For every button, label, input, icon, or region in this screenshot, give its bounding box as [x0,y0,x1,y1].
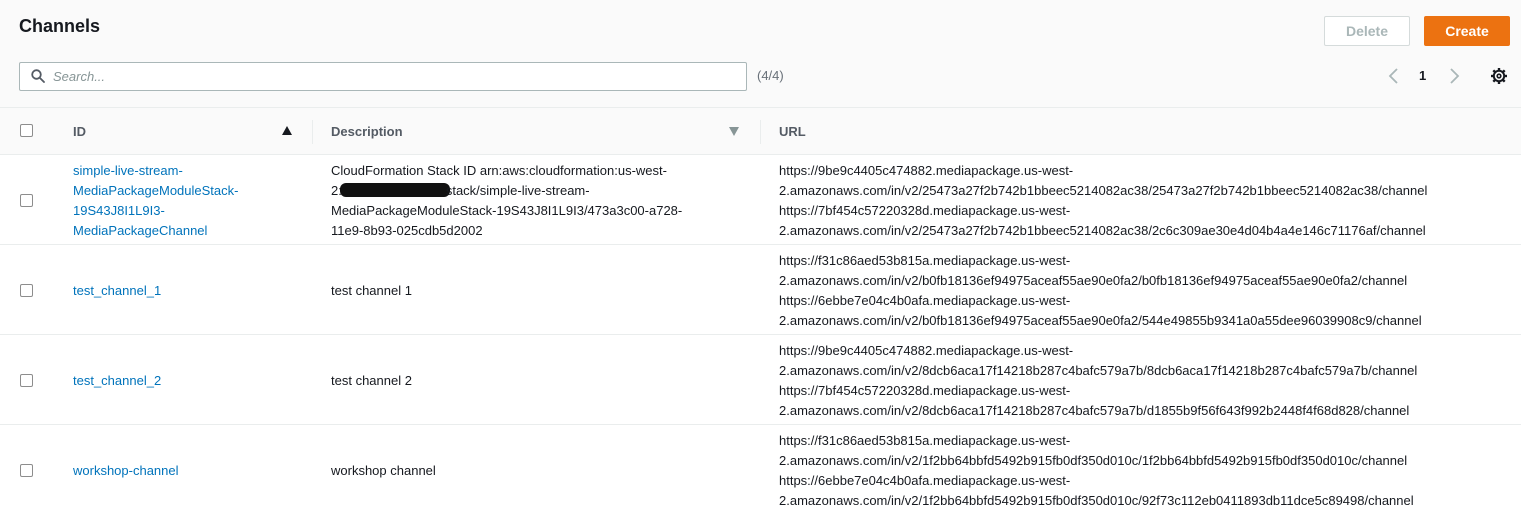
url-line: 2.amazonaws.com/in/v2/1f2bb64bbfd5492b91… [779,453,1408,468]
create-button[interactable]: Create [1424,16,1510,46]
description-line: 2: stack/simple-live-stream- [331,181,751,201]
channel-urls: https://f31c86aed53b815a.mediapackage.us… [779,251,1519,331]
channel-id-line[interactable]: simple-live-stream- [73,161,293,181]
table-row[interactable]: workshop-channel workshop channel https:… [0,425,1521,515]
gear-icon[interactable] [1490,67,1508,85]
current-page-number[interactable]: 1 [1419,68,1426,83]
url-line: 2.amazonaws.com/in/v2/25473a27f2b742b1bb… [779,183,1428,198]
channel-id-link[interactable]: test_channel_1 [73,281,293,301]
url-line: https://7bf454c57220328d.mediapackage.us… [779,383,1071,398]
url-line: https://6ebbe7e04c4b0afa.mediapackage.us… [779,293,1071,308]
description-line: 11e9-8b93-025cdb5d2002 [331,223,483,238]
page-title: Channels [19,16,101,36]
column-header-description[interactable]: Description [331,124,403,139]
channel-urls: https://9be9c4405c474882.mediapackage.us… [779,161,1519,241]
sort-descending-icon[interactable] [729,127,739,136]
delete-button[interactable]: Delete [1324,16,1410,46]
url-line: 2.amazonaws.com/in/v2/8dcb6aca17f14218b2… [779,403,1410,418]
channel-description: CloudFormation Stack ID arn:aws:cloudfor… [331,161,751,241]
url-line: 2.amazonaws.com/in/v2/1f2bb64bbfd5492b91… [779,493,1414,508]
table-header-bar: Channels Delete Create (4/4) 1 [0,0,1521,107]
description-line: CloudFormation Stack ID arn:aws:cloudfor… [331,163,667,178]
search-box[interactable] [19,62,747,91]
row-checkbox[interactable] [20,374,33,387]
column-divider [760,120,761,144]
chevron-right-icon[interactable] [1447,66,1461,86]
url-line: 2.amazonaws.com/in/v2/b0fb18136ef94975ac… [779,313,1422,328]
channel-description: workshop channel [331,463,436,478]
channel-id-link[interactable]: simple-live-stream- MediaPackageModuleSt… [73,161,293,241]
url-line: 2.amazonaws.com/in/v2/25473a27f2b742b1bb… [779,223,1426,238]
description-line: MediaPackageModuleStack-19S43J8I1L9I3/47… [331,203,683,218]
channel-urls: https://9be9c4405c474882.mediapackage.us… [779,341,1519,421]
select-all-checkbox[interactable] [20,124,33,137]
url-line: https://9be9c4405c474882.mediapackage.us… [779,163,1074,178]
description-text: stack/simple-live-stream- [445,183,590,198]
table-row[interactable]: test_channel_2 test channel 2 https://9b… [0,335,1521,425]
row-checkbox[interactable] [20,194,33,207]
channel-description: test channel 2 [331,373,412,388]
channel-id-link[interactable]: test_channel_2 [73,371,293,391]
row-checkbox[interactable] [20,464,33,477]
table-row[interactable]: simple-live-stream- MediaPackageModuleSt… [0,155,1521,245]
channel-id-line[interactable]: MediaPackageChannel [73,221,293,241]
redaction-mark [339,183,450,197]
channel-description: test channel 1 [331,283,412,298]
channel-urls: https://f31c86aed53b815a.mediapackage.us… [779,431,1519,511]
chevron-left-icon[interactable] [1387,66,1401,86]
table-row[interactable]: test_channel_1 test channel 1 https://f3… [0,245,1521,335]
search-input[interactable] [53,63,733,90]
url-line: 2.amazonaws.com/in/v2/8dcb6aca17f14218b2… [779,363,1418,378]
url-line: https://f31c86aed53b815a.mediapackage.us… [779,253,1071,268]
sort-ascending-icon[interactable] [282,126,292,135]
row-checkbox[interactable] [20,284,33,297]
url-line: https://9be9c4405c474882.mediapackage.us… [779,343,1074,358]
url-line: https://6ebbe7e04c4b0afa.mediapackage.us… [779,473,1071,488]
search-icon [31,69,45,83]
url-line: 2.amazonaws.com/in/v2/b0fb18136ef94975ac… [779,273,1408,288]
url-line: https://f31c86aed53b815a.mediapackage.us… [779,433,1071,448]
channel-id-line[interactable]: 19S43J8I1L9I3- [73,201,293,221]
channel-id-line[interactable]: MediaPackageModuleStack- [73,181,293,201]
column-header-url[interactable]: URL [779,124,806,139]
column-divider [312,120,313,144]
table-column-header: ID Description URL [0,107,1521,155]
column-header-id[interactable]: ID [73,124,86,139]
results-count: (4/4) [757,68,784,83]
channel-id-link[interactable]: workshop-channel [73,461,293,481]
url-line: https://7bf454c57220328d.mediapackage.us… [779,203,1071,218]
